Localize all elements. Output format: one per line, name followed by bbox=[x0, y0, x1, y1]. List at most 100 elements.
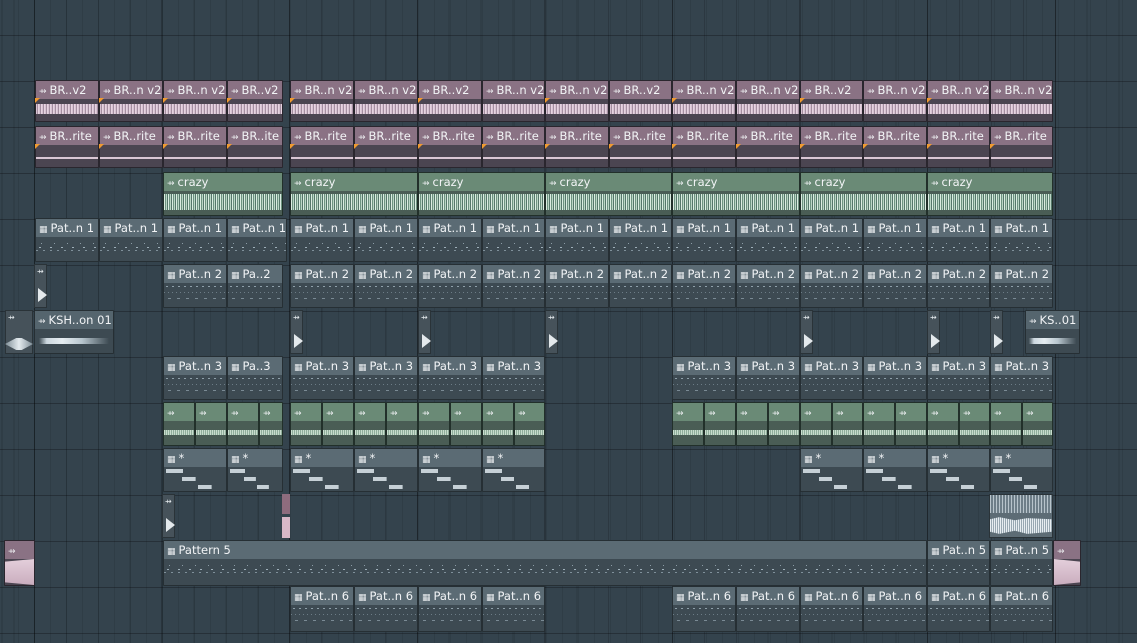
pattern-clip-pattern-5[interactable]: ▦ Pattern 5 bbox=[163, 540, 927, 586]
audio-clip-crazy[interactable]: ⇸ crazy bbox=[290, 172, 418, 216]
audio-clip-br-rite[interactable]: ⇸ BR..rite bbox=[990, 126, 1053, 168]
audio-clip-stub[interactable]: ⇸ bbox=[290, 310, 303, 354]
audio-clip-short-green[interactable]: ⇸ bbox=[1022, 402, 1053, 446]
pattern-clip-pat-n6[interactable]: ▦ Pat..n 6 bbox=[482, 586, 545, 632]
audio-clip-short-green[interactable]: ⇸ bbox=[672, 402, 704, 446]
pattern-clip-star[interactable]: ▦ * bbox=[927, 448, 990, 492]
pattern-clip-pat-n2[interactable]: ▦ Pat..n 2 bbox=[800, 264, 863, 308]
audio-clip-stub[interactable]: ⇸ bbox=[418, 310, 431, 354]
pattern-clip-pat-n1[interactable]: ▦ Pat..n 1 bbox=[354, 218, 418, 262]
audio-clip-br-rite[interactable]: ⇸ BR..rite bbox=[35, 126, 99, 168]
audio-clip-br-v2[interactable]: ⇸ BR..v2 bbox=[35, 80, 99, 122]
audio-clip-br-rite[interactable]: ⇸ BR..rite bbox=[863, 126, 927, 168]
pattern-clip-pat-n1[interactable]: ▦ Pat..n 1 bbox=[672, 218, 736, 262]
pattern-clip-pat-n2[interactable]: ▦ Pat..n 2 bbox=[672, 264, 736, 308]
audio-clip-br-n-v2[interactable]: ⇸ BR..n v2 bbox=[482, 80, 545, 122]
audio-clip-stub[interactable]: ⇸ bbox=[545, 310, 558, 354]
pattern-clip-pat-n1[interactable]: ▦ Pat..n 1 bbox=[927, 218, 990, 262]
audio-clip-br-n-v2[interactable]: ⇸ BR..n v2 bbox=[672, 80, 736, 122]
audio-clip-br-rite[interactable]: ⇸ BR..rite bbox=[736, 126, 800, 168]
audio-clip-ksh-on-01[interactable]: ⇸ KSH..on 01 bbox=[34, 310, 114, 354]
audio-clip-short-green[interactable]: ⇸ bbox=[704, 402, 736, 446]
audio-clip-crazy[interactable]: ⇸ crazy bbox=[545, 172, 672, 216]
pattern-clip-pat-n2[interactable]: ▦ Pat..n 2 bbox=[545, 264, 609, 308]
audio-clip-dense-wave[interactable] bbox=[989, 494, 1053, 538]
pattern-clip-pat-n6[interactable]: ▦ Pat..n 6 bbox=[927, 586, 990, 632]
audio-clip-br-rite[interactable]: ⇸ BR..rite bbox=[672, 126, 736, 168]
audio-clip-short-green[interactable]: ⇸ bbox=[195, 402, 227, 446]
pattern-clip-pat-n1[interactable]: ▦ Pat..n 1 bbox=[800, 218, 863, 262]
audio-clip-short-green[interactable]: ⇸ bbox=[450, 402, 482, 446]
pattern-clip-star[interactable]: ▦ * bbox=[863, 448, 927, 492]
pattern-clip-pa-3[interactable]: ▦ Pa..3 bbox=[227, 356, 283, 400]
playlist-arrangement[interactable]: ⇸ BR..v2 ⇸ BR..n v2 ⇸ BR..n v2 ⇸ BR..v2 ⇸ BR.… bbox=[0, 0, 1137, 643]
pattern-clip-star[interactable]: ▦ * bbox=[990, 448, 1053, 492]
pattern-clip-pat-n3[interactable]: ▦ Pat..n 3 bbox=[800, 356, 863, 400]
pattern-clip-pat-n3[interactable]: ▦ Pat..n 3 bbox=[672, 356, 736, 400]
pattern-clip-pat-n1[interactable]: ▦ Pat..n 1 bbox=[609, 218, 672, 262]
pattern-clip-pat-n2[interactable]: ▦ Pat..n 2 bbox=[990, 264, 1053, 308]
audio-clip-br-n-v2[interactable]: ⇸ BR..n v2 bbox=[863, 80, 927, 122]
pattern-clip-pat-n6[interactable]: ▦ Pat..n 6 bbox=[863, 586, 927, 632]
audio-clip-short-green[interactable]: ⇸ bbox=[832, 402, 863, 446]
audio-clip-br-v2[interactable]: ⇸ BR..v2 bbox=[418, 80, 482, 122]
audio-clip-stub[interactable]: ⇸ bbox=[34, 264, 47, 308]
audio-clip-short-green[interactable]: ⇸ bbox=[163, 402, 195, 446]
pattern-clip-pa-2[interactable]: ▦ Pa..2 bbox=[227, 264, 283, 308]
pattern-clip-pat-n3[interactable]: ▦ Pat..n 3 bbox=[863, 356, 927, 400]
pattern-clip-pat-n1[interactable]: ▦ Pat..n 1 bbox=[35, 218, 99, 262]
pattern-clip-pat-n2[interactable]: ▦ Pat..n 2 bbox=[482, 264, 545, 308]
pattern-clip-pat-n1[interactable]: ▦ Pat..n 1 bbox=[545, 218, 609, 262]
audio-clip-br-n-v2[interactable]: ⇸ BR..n v2 bbox=[290, 80, 354, 122]
pattern-clip-pat-n6[interactable]: ▦ Pat..n 6 bbox=[672, 586, 736, 632]
pattern-clip-pat-n6[interactable]: ▦ Pat..n 6 bbox=[990, 586, 1053, 632]
pattern-clip-pat-n5[interactable]: ▦ Pat..n 5 bbox=[990, 540, 1053, 586]
pattern-clip-pat-n1[interactable]: ▦ Pat..n 1 bbox=[863, 218, 927, 262]
pattern-clip-star[interactable]: ▦ * bbox=[354, 448, 418, 492]
audio-clip-stub[interactable]: ⇸ bbox=[927, 310, 940, 354]
pattern-clip-pat-n1[interactable]: ▦ Pat..n 1 bbox=[418, 218, 482, 262]
audio-clip-br-ite[interactable]: ⇸ BR..ite bbox=[227, 126, 283, 168]
audio-clip-ks-01[interactable]: ⇸ KS..01 bbox=[1025, 310, 1080, 354]
audio-clip-pink-stub[interactable]: ⇸ bbox=[1053, 540, 1081, 586]
audio-clip-stub[interactable]: ⇸ bbox=[990, 310, 1003, 354]
pattern-clip-pat-n2[interactable]: ▦ Pat..n 2 bbox=[927, 264, 990, 308]
audio-clip-br-v2[interactable]: ⇸ BR..v2 bbox=[800, 80, 863, 122]
pattern-clip-pat-n6[interactable]: ▦ Pat..n 6 bbox=[736, 586, 800, 632]
pattern-clip-pat-n1[interactable]: ▦ Pat..n 1 bbox=[482, 218, 545, 262]
audio-clip-br-n-v2[interactable]: ⇸ BR..n v2 bbox=[927, 80, 990, 122]
audio-clip-short-green[interactable]: ⇸ bbox=[259, 402, 283, 446]
pattern-clip-pat-n3[interactable]: ▦ Pat..n 3 bbox=[354, 356, 418, 400]
pattern-clip-pat-n3[interactable]: ▦ Pat..n 3 bbox=[736, 356, 800, 400]
audio-clip-br-n-v2[interactable]: ⇸ BR..n v2 bbox=[163, 80, 227, 122]
audio-clip-short-green[interactable]: ⇸ bbox=[768, 402, 800, 446]
audio-clip-short-green[interactable]: ⇸ bbox=[959, 402, 990, 446]
audio-clip-crazy[interactable]: ⇸ crazy bbox=[418, 172, 545, 216]
audio-clip-short-green[interactable]: ⇸ bbox=[895, 402, 927, 446]
audio-clip-br-rite[interactable]: ⇸ BR..rite bbox=[800, 126, 863, 168]
audio-clip-br-n-v2[interactable]: ⇸ BR..n v2 bbox=[354, 80, 418, 122]
audio-clip-fragment[interactable] bbox=[282, 494, 290, 538]
audio-clip-crazy[interactable]: ⇸ crazy bbox=[927, 172, 1053, 216]
audio-clip-br-rite[interactable]: ⇸ BR..rite bbox=[99, 126, 163, 168]
audio-clip-short-green[interactable]: ⇸ bbox=[863, 402, 895, 446]
pattern-clip-pat-n5[interactable]: ▦ Pat..n 5 bbox=[927, 540, 990, 586]
pattern-clip-pat-n6[interactable]: ▦ Pat..n 6 bbox=[418, 586, 482, 632]
audio-clip-short-green[interactable]: ⇸ bbox=[418, 402, 450, 446]
pattern-clip-pat-n1[interactable]: ▦ Pat..n 1 bbox=[990, 218, 1053, 262]
audio-clip-short-green[interactable]: ⇸ bbox=[290, 402, 322, 446]
pattern-clip-pat-n6[interactable]: ▦ Pat..n 6 bbox=[354, 586, 418, 632]
pattern-clip-star[interactable]: ▦ * bbox=[418, 448, 482, 492]
audio-clip-crazy[interactable]: ⇸ crazy bbox=[800, 172, 927, 216]
pattern-clip-pat-n6[interactable]: ▦ Pat..n 6 bbox=[290, 586, 354, 632]
audio-clip-short-green[interactable]: ⇸ bbox=[927, 402, 959, 446]
audio-clip-br-rite[interactable]: ⇸ BR..rite bbox=[354, 126, 418, 168]
audio-clip-br-n-v2[interactable]: ⇸ BR..n v2 bbox=[990, 80, 1053, 122]
audio-clip-short-green[interactable]: ⇸ bbox=[990, 402, 1022, 446]
pattern-clip-star[interactable]: ▦ * bbox=[290, 448, 354, 492]
pattern-clip-pat-n3[interactable]: ▦ Pat..n 3 bbox=[163, 356, 227, 400]
pattern-clip-pat-n3[interactable]: ▦ Pat..n 3 bbox=[290, 356, 354, 400]
audio-clip-br-rite[interactable]: ⇸ BR..rite bbox=[163, 126, 227, 168]
pattern-clip-pat-n1[interactable]: ▦ Pat..n 1 bbox=[227, 218, 287, 262]
audio-clip-crazy[interactable]: ⇸ crazy bbox=[672, 172, 800, 216]
